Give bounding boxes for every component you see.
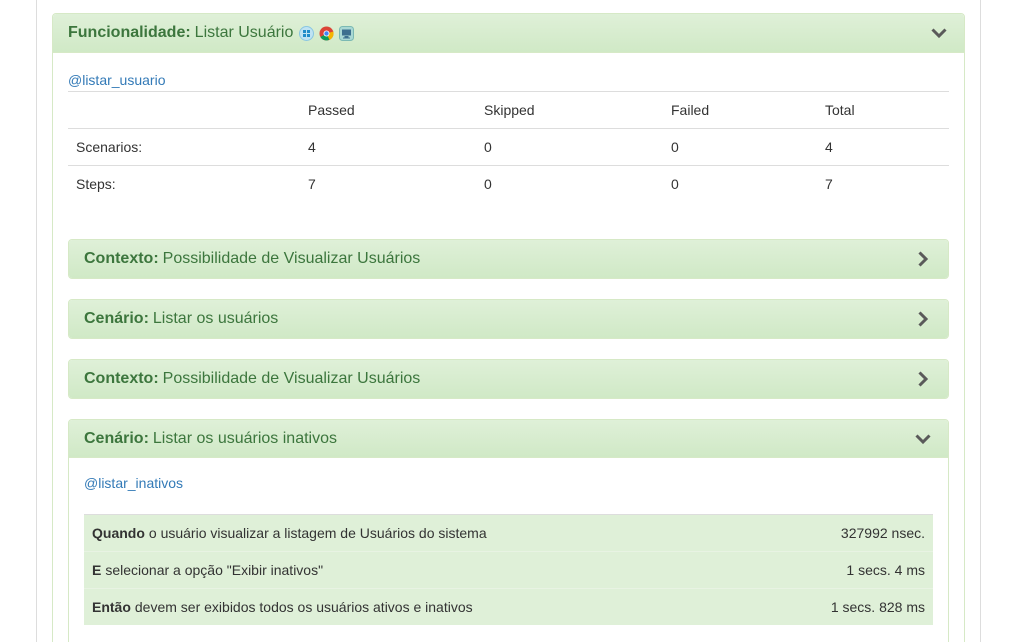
background-header[interactable]: Contexto: Possibilidade de Visualizar Us… [69,360,948,398]
chevron-down-icon[interactable] [929,23,949,43]
feature-body: @listar_usuario Passed Skipped Failed To… [68,66,949,203]
stats-header: Passed [300,91,476,129]
step-row: Então devem ser exibidos todos os usuário… [84,588,933,625]
stats-header: Total [817,91,949,129]
step-content: Quando o usuário visualizar a listagem de… [92,525,487,541]
step-row: Quando o usuário visualizar a listagem de… [84,514,933,551]
step-row: Eselecionar a opção "Exibir inativos" 1 … [84,551,933,588]
feature-keyword: Funcionalidade: [68,24,191,41]
row-label: Steps: [68,165,300,203]
element-name: Listar os usuários [152,310,279,327]
failed-count: 0 [663,165,817,203]
step-duration: 1 secs. 828 ms [830,599,925,615]
chevron-down-icon[interactable] [913,429,933,449]
step-text: o usuário visualizar a listagem de Usuár… [148,525,487,541]
step-text: devem ser exibidos todos os usuários ati… [134,599,473,615]
step-keyword: E [92,562,102,578]
scenario-panel: Cenário: Listar os usuários [68,299,949,339]
desktop-icon [339,25,355,41]
element-name: Possibilidade de Visualizar Usuários [162,370,421,387]
chrome-icon [319,26,334,40]
chevron-right-icon[interactable] [913,249,933,269]
chevron-right-icon[interactable] [913,369,933,389]
skipped-count: 0 [476,165,663,203]
total-count: 4 [817,128,949,166]
element-keyword: Cenário: [84,429,149,447]
step-content: Então devem ser exibidos todos os usuário… [92,599,473,615]
background-panel: Contexto: Possibilidade de Visualizar Us… [68,239,949,279]
stats-header [68,91,300,129]
scenario-header[interactable]: Cenário: Listar os usuários inativos [69,420,948,458]
feature-tag[interactable]: @listar_usuario [68,69,949,91]
stats-table: Passed Skipped Failed Total Scenarios: 4… [68,91,949,203]
stats-header: Failed [663,91,817,129]
passed-count: 4 [300,128,476,166]
step-duration: 1 secs. 4 ms [846,562,925,578]
feature-header[interactable]: Funcionalidade: Listar Usuário [53,14,964,53]
step-keyword: Então [92,599,131,615]
scenario-header[interactable]: Cenário: Listar os usuários [69,300,948,338]
feature-name: Listar Usuário [194,24,294,41]
steps-list: Quando o usuário visualizar a listagem de… [84,514,933,625]
failed-count: 0 [663,128,817,166]
scenario-body: @listar_inativos Quando o usuário visuali… [69,472,948,625]
chevron-right-icon[interactable] [913,309,933,329]
element-keyword: Cenário: [84,310,149,327]
platform-icons [299,25,355,41]
row-label: Scenarios: [68,128,300,166]
passed-count: 7 [300,165,476,203]
windows-icon [299,25,315,41]
element-name: Possibilidade de Visualizar Usuários [162,250,421,267]
background-panel: Contexto: Possibilidade de Visualizar Us… [68,359,949,399]
feature-panel: Funcionalidade: Listar Usuário @listar_u… [52,13,965,642]
element-keyword: Contexto: [84,250,159,267]
stats-header: Skipped [476,91,663,129]
scenario-panel: Cenário: Listar os usuários inativos @li… [68,419,949,642]
table-row: Scenarios: 4 0 0 4 [68,128,949,166]
background-header[interactable]: Contexto: Possibilidade de Visualizar Us… [69,240,948,278]
skipped-count: 0 [476,128,663,166]
element-keyword: Contexto: [84,370,159,387]
scenario-tag[interactable]: @listar_inativos [84,472,933,494]
step-duration: 327992 nsec. [840,525,925,541]
element-name: Listar os usuários inativos [152,429,337,447]
step-content: Eselecionar a opção "Exibir inativos" [92,562,323,578]
table-row: Steps: 7 0 0 7 [68,165,949,203]
total-count: 7 [817,165,949,203]
stats-header-row: Passed Skipped Failed Total [68,91,949,129]
step-keyword: Quando [92,525,145,541]
step-text: selecionar a opção "Exibir inativos" [105,562,324,578]
